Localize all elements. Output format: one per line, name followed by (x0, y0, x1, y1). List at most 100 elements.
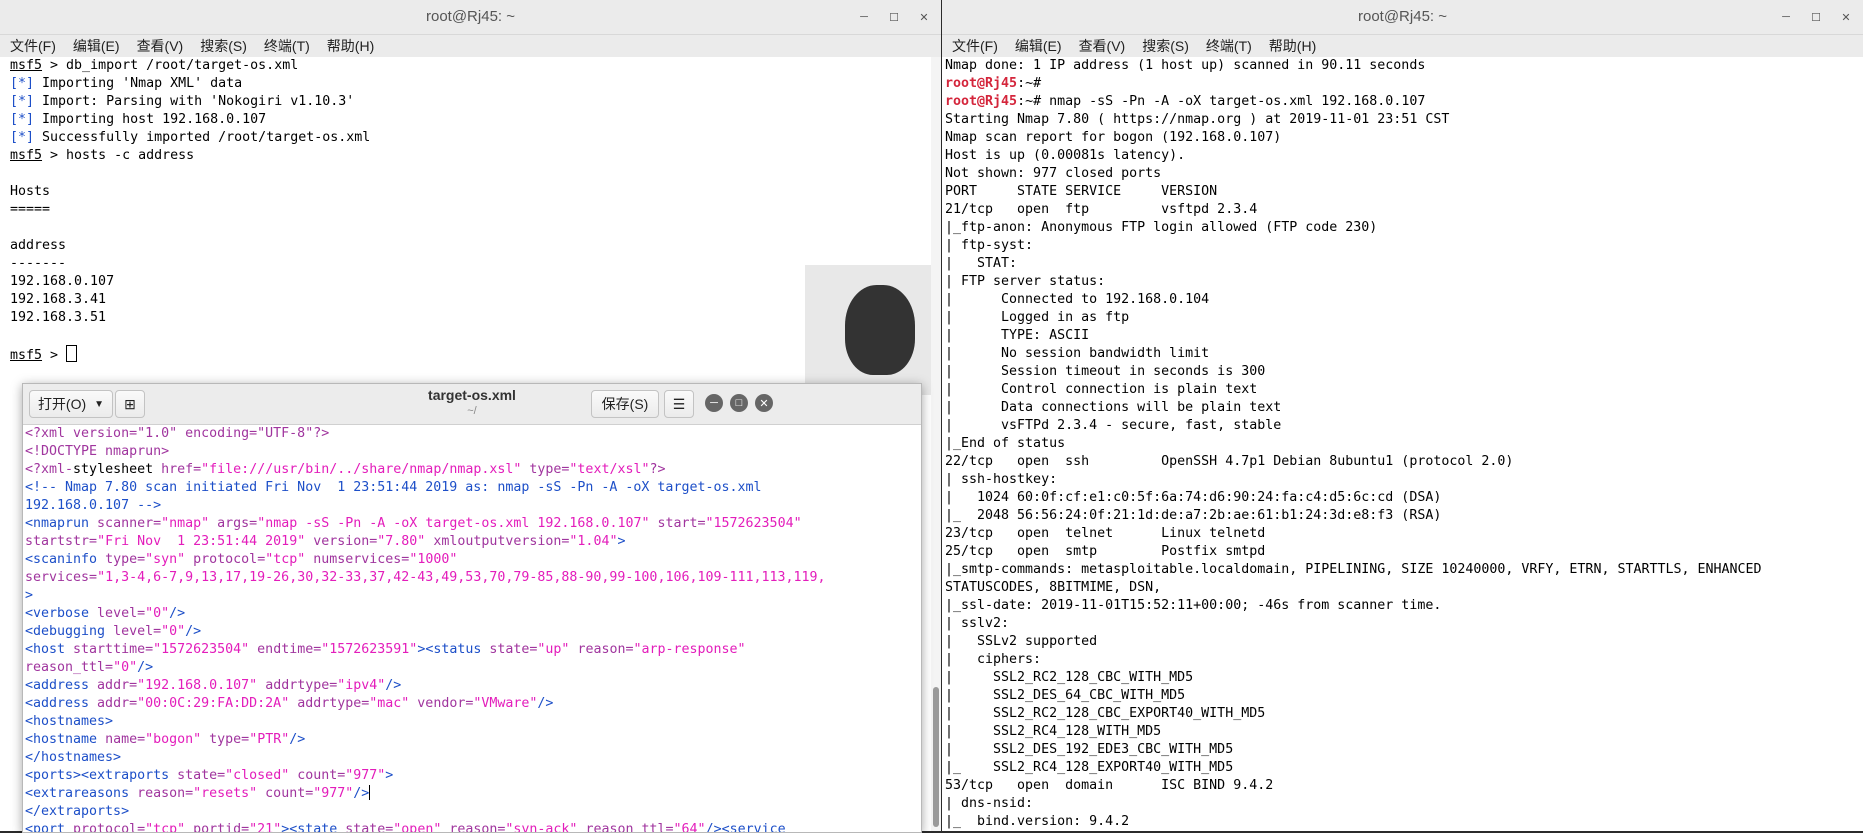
text-segment: xmloutputversion= (425, 534, 570, 549)
close-icon[interactable]: ✕ (915, 8, 933, 26)
menu-help[interactable]: 帮助(H) (327, 36, 374, 56)
menu-search[interactable]: 搜索(S) (200, 36, 247, 56)
text-cursor (369, 785, 371, 800)
text-segment: reason= (569, 642, 634, 657)
text-segment: <nmaprun (25, 516, 90, 531)
terminal-line: [*] Successfully imported /root/target-o… (10, 129, 941, 147)
text-segment: Import: Parsing with 'Nokogiri v1.10.3' (34, 94, 355, 109)
text-segment: Host is up (0.00081s latency). (945, 148, 1186, 163)
close-icon[interactable]: ✕ (1837, 8, 1855, 26)
code-line: <extrareasons reason="resets" count="977… (25, 785, 921, 803)
text-segment: reason_ttl= (25, 660, 114, 675)
text-segment: state= (169, 768, 226, 783)
code-line: services="1,3-4,6-7,9,13,17,19-26,30,32-… (25, 569, 921, 587)
terminal-line: STATUSCODES, 8BITMIME, DSN, (945, 579, 1863, 597)
text-segment: "977" (313, 786, 354, 801)
text-segment: > hosts -c address (42, 148, 195, 163)
text-segment: "1000" (409, 552, 458, 567)
text-segment: ------- (10, 256, 67, 271)
terminal-line: |_smtp-commands: metasploitable.localdom… (945, 561, 1863, 579)
text-segment: > (617, 534, 626, 549)
terminal-line: 22/tcp open ssh OpenSSH 4.7p1 Debian 8ub… (945, 453, 1863, 471)
menu-view[interactable]: 查看(V) (137, 36, 184, 56)
menu-search[interactable]: 搜索(S) (1142, 36, 1189, 56)
code-line: <?xml-stylesheet href="file:///usr/bin/.… (25, 461, 921, 479)
text-segment: 21/tcp open ftp vsftpd 2.3.4 (945, 202, 1258, 217)
editor-text-area[interactable]: <?xml version="1.0" encoding="UTF-8"?> <!… (23, 425, 921, 832)
minimize-icon[interactable]: ─ (705, 394, 723, 412)
text-segment: 192.168.0.107 (10, 274, 115, 289)
text-segment: <?xml- (25, 462, 74, 477)
text-segment: msf5 (10, 348, 43, 363)
text-segment: > (42, 348, 67, 363)
text-segment: /> (137, 660, 154, 675)
maximize-icon[interactable]: ☐ (1807, 8, 1825, 26)
text-segment: /> (185, 624, 202, 639)
terminal-line: | STAT: (945, 255, 1863, 273)
text-segment: count= (257, 786, 314, 801)
menu-file[interactable]: 文件(F) (952, 36, 998, 56)
text-segment: > (25, 588, 34, 603)
menu-file[interactable]: 文件(F) (10, 36, 56, 56)
code-line: <verbose level="0"/> (25, 605, 921, 623)
text-segment: |_ 2048 56:56:24:0f:21:1d:de:a7:2b:ae:61… (945, 508, 1442, 523)
scrollbar[interactable] (931, 57, 941, 831)
text-segment: "1.04" (569, 534, 618, 549)
menu-terminal[interactable]: 终端(T) (1206, 36, 1252, 56)
text-segment: 192.168.3.51 (10, 310, 107, 325)
terminal-line: | ciphers: (945, 651, 1863, 669)
maximize-icon[interactable]: □ (730, 394, 748, 412)
minimize-icon[interactable]: ─ (855, 8, 873, 26)
menu-view[interactable]: 查看(V) (1079, 36, 1126, 56)
text-segment: args= (209, 516, 258, 531)
text-cursor (66, 345, 78, 362)
terminal-line: | vsFTPd 2.3.4 - secure, fast, stable (945, 417, 1863, 435)
text-segment: numservices= (305, 552, 410, 567)
save-button-label: 保存(S) (601, 396, 649, 412)
save-button[interactable]: 保存(S) (591, 390, 659, 418)
terminal-line: [*] Import: Parsing with 'Nokogiri v1.10… (10, 93, 941, 111)
text-segment: "0" (113, 660, 138, 675)
terminal-line: PORT STATE SERVICE VERSION (945, 183, 1863, 201)
text-segment: "977" (345, 768, 386, 783)
text-segment: vendor= (409, 696, 474, 711)
terminal-line: | SSL2_RC2_128_CBC_WITH_MD5 (945, 669, 1863, 687)
text-segment: Importing 'Nmap XML' data (34, 76, 243, 91)
terminal-output[interactable]: Nmap done: 1 IP address (1 host up) scan… (942, 57, 1863, 831)
text-segment: "1572623591" (321, 642, 418, 657)
text-segment: Nmap scan report for bogon (192.168.0.10… (945, 130, 1282, 145)
menu-icon[interactable]: ☰ (664, 390, 694, 418)
terminal-line: | FTP server status: (945, 273, 1863, 291)
document-title: target-os.xml (428, 387, 516, 403)
close-icon[interactable]: ✕ (755, 394, 773, 412)
text-segment: addrtype= (289, 696, 370, 711)
code-line: reason_ttl="0"/> (25, 659, 921, 677)
terminal-line: Hosts (10, 183, 941, 201)
text-segment: /> (353, 786, 370, 801)
minimize-icon[interactable]: ─ (1777, 8, 1795, 26)
text-segment: "up" (537, 642, 570, 657)
text-segment: "192.168.0.107" (137, 678, 258, 693)
terminal-window-right: root@Rj45: ~ ─ ☐ ✕ 文件(F) 编辑(E) 查看(V) 搜索(… (942, 0, 1863, 831)
text-segment: [*] (10, 94, 35, 109)
text-segment: state= (481, 642, 538, 657)
text-segment: | Control connection is plain text (945, 382, 1258, 397)
terminal-line: | TYPE: ASCII (945, 327, 1863, 345)
terminal-line: | Connected to 192.168.0.104 (945, 291, 1863, 309)
terminal-line: | sslv2: (945, 615, 1863, 633)
terminal-line: root@Rj45:~# (945, 75, 1863, 93)
code-line: <address addr="192.168.0.107" addrtype="… (25, 677, 921, 695)
text-segment: [*] (10, 112, 35, 127)
menu-edit[interactable]: 编辑(E) (73, 36, 120, 56)
menu-terminal[interactable]: 终端(T) (264, 36, 310, 56)
text-segment: <host (25, 642, 66, 657)
menu-edit[interactable]: 编辑(E) (1015, 36, 1062, 56)
maximize-icon[interactable]: ☐ (885, 8, 903, 26)
text-segment: "0" (161, 624, 186, 639)
text-segment: "7.80" (377, 534, 426, 549)
menu-help[interactable]: 帮助(H) (1269, 36, 1316, 56)
code-line: startstr="Fri Nov 1 23:51:44 2019" versi… (25, 533, 921, 551)
text-segment: "arp-response" (633, 642, 746, 657)
text-segment: STATUSCODES, 8BITMIME, DSN, (945, 580, 1162, 595)
